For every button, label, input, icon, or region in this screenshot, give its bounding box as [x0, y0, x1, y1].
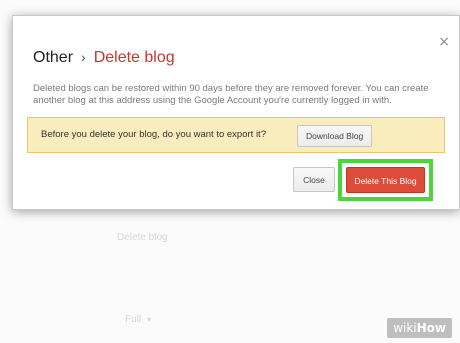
watermark-suffix: How — [416, 321, 446, 335]
dialog-title: Other › Delete blog — [33, 49, 175, 67]
delete-button-highlight: Delete This Blog — [338, 159, 433, 201]
close-icon[interactable]: × — [438, 35, 450, 49]
background-full-select: Full ▾ — [125, 314, 151, 325]
close-button[interactable]: Close — [293, 167, 335, 192]
delete-blog-dialog: × Other › Delete blog Deleted blogs can be… — [12, 15, 460, 210]
wikihow-watermark: wikiHow — [387, 318, 452, 338]
dialog-description: Deleted blogs can be restored within 90 … — [33, 83, 429, 106]
title-section: Other — [33, 49, 74, 66]
full-select-label: Full — [125, 314, 142, 325]
chevron-down-icon: ▾ — [147, 315, 152, 324]
background-delete-blog-link: Delete blog — [117, 232, 168, 243]
delete-this-blog-button[interactable]: Delete This Blog — [346, 167, 425, 193]
title-page: Delete blog — [93, 49, 175, 66]
export-notice: Before you delete your blog, do you want… — [27, 117, 445, 153]
title-separator: › — [81, 49, 86, 65]
watermark-prefix: wiki — [393, 321, 417, 335]
export-prompt: Before you delete your blog, do you want… — [41, 129, 266, 140]
download-blog-button[interactable]: Download Blog — [297, 125, 373, 147]
